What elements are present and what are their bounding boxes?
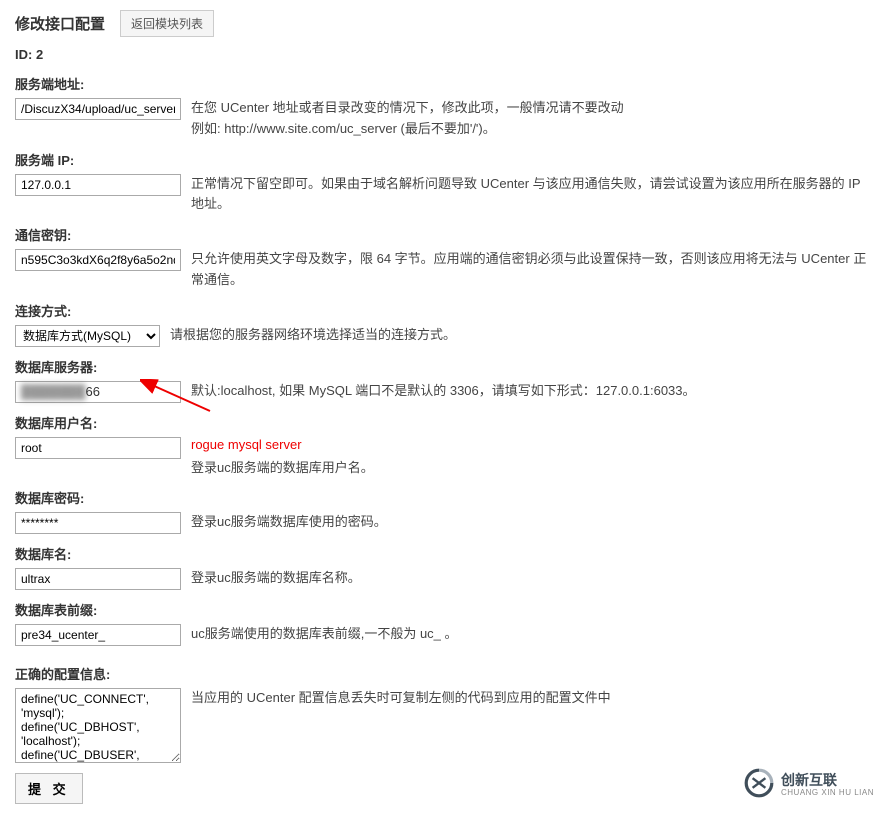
brand-logo-sub: CHUANG XIN HU LIAN <box>781 788 874 797</box>
brand-logo-text: 创新互联 <box>781 773 874 788</box>
key-help: 只允许使用英文字母及数字，限 64 字节。应用端的通信密钥必须与此设置保持一致，… <box>191 249 874 291</box>
record-id: ID: 2 <box>15 47 874 62</box>
db-prefix-label: 数据库表前缀: <box>15 600 874 619</box>
db-name-input[interactable] <box>15 568 181 590</box>
submit-button[interactable]: 提 交 <box>15 773 83 804</box>
db-user-help: 登录uc服务端的数据库用户名。 <box>191 460 374 475</box>
key-input[interactable] <box>15 249 181 271</box>
db-prefix-input[interactable] <box>15 624 181 646</box>
db-name-help: 登录uc服务端的数据库名称。 <box>191 568 874 589</box>
db-user-label: 数据库用户名: <box>15 413 874 432</box>
config-label: 正确的配置信息: <box>15 664 874 683</box>
conn-label: 连接方式: <box>15 301 874 320</box>
config-textarea[interactable] <box>15 688 181 763</box>
server-addr-label: 服务端地址: <box>15 74 874 93</box>
back-button[interactable]: 返回模块列表 <box>120 10 214 37</box>
server-addr-input[interactable] <box>15 98 181 120</box>
db-prefix-help: uc服务端使用的数据库表前缀,一不般为 uc_ 。 <box>191 624 874 645</box>
rogue-annotation: rogue mysql server <box>191 435 874 456</box>
db-user-input[interactable] <box>15 437 181 459</box>
db-host-label: 数据库服务器: <box>15 357 874 376</box>
server-ip-input[interactable] <box>15 174 181 196</box>
db-pass-label: 数据库密码: <box>15 488 874 507</box>
conn-help: 请根据您的服务器网络环境选择适当的连接方式。 <box>170 325 874 346</box>
db-name-label: 数据库名: <box>15 544 874 563</box>
db-host-help: 默认:localhost, 如果 MySQL 端口不是默认的 3306，请填写如… <box>191 381 874 402</box>
config-help: 当应用的 UCenter 配置信息丢失时可复制左侧的代码到应用的配置文件中 <box>191 688 874 709</box>
brand-logo-icon <box>743 767 775 802</box>
conn-select[interactable]: 数据库方式(MySQL) <box>15 325 160 347</box>
server-addr-help: 在您 UCenter 地址或者目录改变的情况下，修改此项，一般情况请不要改动 例… <box>191 98 874 140</box>
brand-logo: 创新互联 CHUANG XIN HU LIAN <box>743 767 874 802</box>
db-pass-help: 登录uc服务端数据库使用的密码。 <box>191 512 874 533</box>
db-host-input[interactable] <box>15 381 181 403</box>
db-pass-input[interactable] <box>15 512 181 534</box>
server-ip-label: 服务端 IP: <box>15 150 874 169</box>
key-label: 通信密钥: <box>15 225 874 244</box>
page-title: 修改接口配置 <box>15 13 105 34</box>
server-ip-help: 正常情况下留空即可。如果由于域名解析问题导致 UCenter 与该应用通信失败，… <box>191 174 874 216</box>
